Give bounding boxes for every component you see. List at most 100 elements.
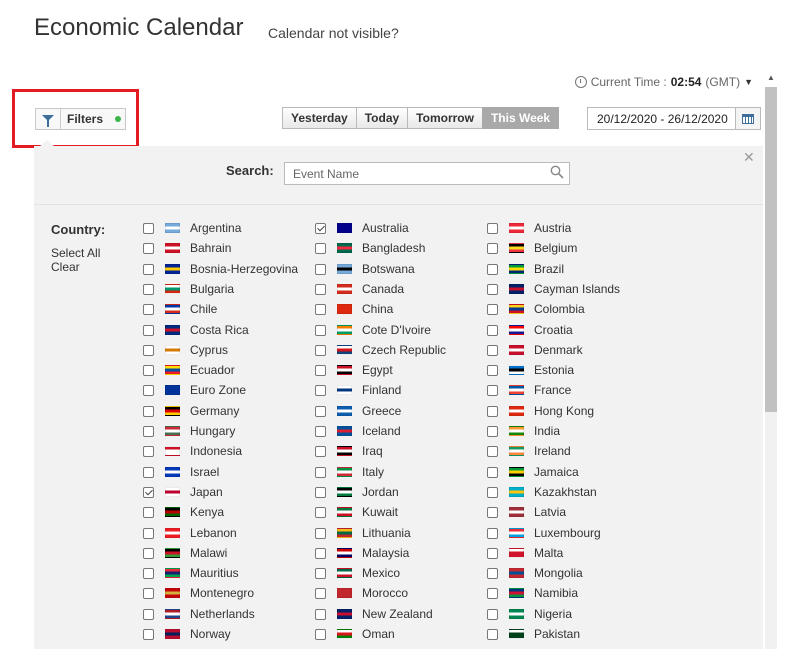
country-option[interactable]: Australia — [315, 220, 409, 236]
country-checkbox[interactable] — [315, 628, 326, 640]
country-checkbox[interactable] — [315, 384, 326, 396]
country-option[interactable]: Croatia — [487, 322, 573, 338]
chevron-down-icon[interactable]: ▼ — [744, 77, 753, 87]
calendar-not-visible-link[interactable]: Calendar not visible? — [268, 25, 399, 41]
country-checkbox[interactable] — [487, 628, 498, 640]
country-checkbox[interactable] — [487, 567, 498, 579]
country-label[interactable]: Israel — [190, 465, 219, 479]
country-checkbox[interactable] — [315, 303, 326, 315]
country-option[interactable]: Kazakhstan — [487, 484, 597, 500]
country-option[interactable]: Bosnia-Herzegovina — [143, 261, 298, 277]
country-checkbox[interactable] — [487, 506, 498, 518]
country-option[interactable]: Belgium — [487, 240, 577, 256]
country-label[interactable]: Hong Kong — [534, 404, 594, 418]
country-label[interactable]: Colombia — [534, 302, 585, 316]
country-option[interactable]: Indonesia — [143, 443, 242, 459]
country-checkbox[interactable] — [143, 587, 154, 599]
country-checkbox[interactable] — [143, 405, 154, 417]
country-checkbox[interactable] — [487, 405, 498, 417]
country-label[interactable]: Hungary — [190, 424, 235, 438]
country-checkbox[interactable] — [315, 344, 326, 356]
country-checkbox[interactable] — [487, 222, 498, 234]
country-option[interactable]: Japan — [143, 484, 223, 500]
country-option[interactable]: Hong Kong — [487, 403, 594, 419]
country-checkbox[interactable] — [487, 587, 498, 599]
country-checkbox[interactable] — [315, 283, 326, 295]
country-checkbox[interactable] — [315, 405, 326, 417]
country-checkbox[interactable] — [143, 222, 154, 234]
country-option[interactable]: Egypt — [315, 362, 393, 378]
country-option[interactable]: Latvia — [487, 504, 566, 520]
country-option[interactable]: Kenya — [143, 504, 224, 520]
country-label[interactable]: Oman — [362, 627, 395, 641]
country-checkbox[interactable] — [143, 486, 154, 498]
country-checkbox[interactable] — [143, 263, 154, 275]
country-checkbox[interactable] — [487, 384, 498, 396]
country-option[interactable]: Iceland — [315, 423, 401, 439]
country-option[interactable]: Mexico — [315, 565, 400, 581]
country-label[interactable]: New Zealand — [362, 607, 433, 621]
country-option[interactable]: Botswana — [315, 261, 415, 277]
country-checkbox[interactable] — [315, 222, 326, 234]
date-range-value[interactable]: 20/12/2020 - 26/12/2020 — [588, 112, 735, 126]
country-label[interactable]: Botswana — [362, 262, 415, 276]
country-label[interactable]: Greece — [362, 404, 401, 418]
search-input[interactable] — [284, 162, 570, 185]
country-checkbox[interactable] — [315, 425, 326, 437]
country-option[interactable]: Malta — [487, 545, 563, 561]
country-option[interactable]: Lithuania — [315, 525, 411, 541]
country-option[interactable]: Morocco — [315, 585, 408, 601]
country-checkbox[interactable] — [143, 344, 154, 356]
country-option[interactable]: Norway — [143, 626, 231, 642]
country-label[interactable]: Euro Zone — [190, 383, 246, 397]
country-checkbox[interactable] — [315, 364, 326, 376]
country-label[interactable]: Cyprus — [190, 343, 228, 357]
close-icon[interactable]: ✕ — [743, 149, 755, 166]
country-option[interactable]: Bahrain — [143, 240, 231, 256]
country-label[interactable]: Luxembourg — [534, 526, 601, 540]
tab-this-week[interactable]: This Week — [481, 107, 560, 129]
country-checkbox[interactable] — [487, 364, 498, 376]
country-checkbox[interactable] — [315, 547, 326, 559]
country-checkbox[interactable] — [143, 384, 154, 396]
country-option[interactable]: Euro Zone — [143, 382, 246, 398]
country-label[interactable]: Ecuador — [190, 363, 235, 377]
country-label[interactable]: Lebanon — [190, 526, 237, 540]
country-option[interactable]: Colombia — [487, 301, 585, 317]
country-label[interactable]: Norway — [190, 627, 231, 641]
tab-tomorrow[interactable]: Tomorrow — [407, 107, 483, 129]
country-label[interactable]: India — [534, 424, 560, 438]
country-label[interactable]: Malta — [534, 546, 563, 560]
country-label[interactable]: Belgium — [534, 241, 577, 255]
country-checkbox[interactable] — [143, 445, 154, 457]
country-checkbox[interactable] — [487, 242, 498, 254]
country-label[interactable]: Kenya — [190, 505, 224, 519]
country-label[interactable]: Czech Republic — [362, 343, 446, 357]
country-checkbox[interactable] — [487, 425, 498, 437]
country-option[interactable]: Germany — [143, 403, 239, 419]
country-option[interactable]: Cote D'Ivoire — [315, 322, 431, 338]
country-checkbox[interactable] — [315, 466, 326, 478]
country-checkbox[interactable] — [315, 324, 326, 336]
country-checkbox[interactable] — [487, 303, 498, 315]
country-label[interactable]: Mexico — [362, 566, 400, 580]
country-label[interactable]: Mauritius — [190, 566, 239, 580]
select-all-link[interactable]: Select All — [51, 246, 100, 260]
country-option[interactable]: Mongolia — [487, 565, 583, 581]
country-label[interactable]: Bosnia-Herzegovina — [190, 262, 298, 276]
country-checkbox[interactable] — [315, 608, 326, 620]
country-option[interactable]: Ecuador — [143, 362, 235, 378]
country-option[interactable]: Iraq — [315, 443, 383, 459]
country-label[interactable]: Brazil — [534, 262, 564, 276]
country-option[interactable]: Lebanon — [143, 525, 237, 541]
country-checkbox[interactable] — [315, 486, 326, 498]
country-option[interactable]: Montenegro — [143, 585, 254, 601]
country-checkbox[interactable] — [487, 445, 498, 457]
country-option[interactable]: Nigeria — [487, 606, 572, 622]
country-checkbox[interactable] — [143, 324, 154, 336]
country-option[interactable]: Israel — [143, 464, 219, 480]
country-option[interactable]: Chile — [143, 301, 217, 317]
country-checkbox[interactable] — [487, 324, 498, 336]
country-option[interactable]: Oman — [315, 626, 395, 642]
country-label[interactable]: Cote D'Ivoire — [362, 323, 431, 337]
